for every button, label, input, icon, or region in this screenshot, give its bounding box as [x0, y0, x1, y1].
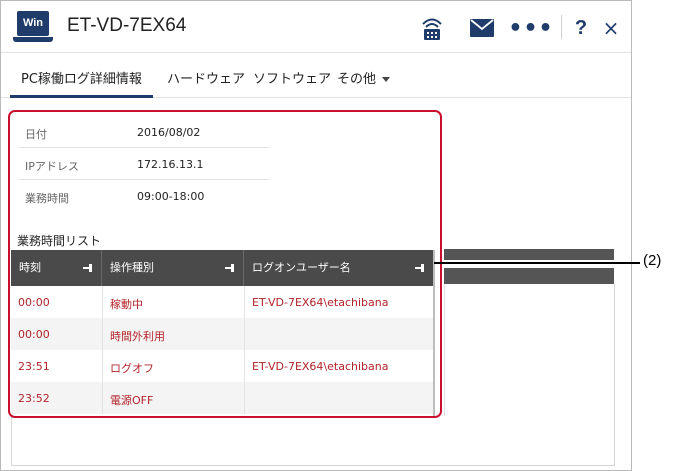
- content-panel-bottom: [11, 416, 615, 466]
- mail-icon[interactable]: [467, 13, 497, 43]
- tab-other[interactable]: その他: [337, 68, 391, 87]
- more-icon[interactable]: •••: [508, 13, 552, 43]
- app-window: Win ET-VD-7EX64 ••• ? × PC稼働ログ詳細情報 ハードウェ…: [0, 0, 632, 471]
- close-icon[interactable]: ×: [599, 13, 623, 43]
- active-tab-indicator: [10, 95, 153, 98]
- annotation-leader-line: [434, 262, 640, 264]
- windows-device-icon: Win: [13, 11, 53, 45]
- device-name-title: ET-VD-7EX64: [67, 15, 187, 36]
- annotation-highlight-box: [8, 110, 442, 418]
- tab-bar: PC稼働ログ詳細情報 ハードウェア ソフトウェア その他: [1, 53, 631, 98]
- annotation-label: (2): [643, 252, 662, 269]
- side-panel-header-bar: [444, 249, 614, 260]
- side-panel-header-bar: [444, 268, 614, 284]
- os-badge: Win: [17, 11, 49, 36]
- tab-pc-log-details[interactable]: PC稼働ログ詳細情報: [21, 68, 142, 87]
- tab-software[interactable]: ソフトウェア: [253, 68, 331, 87]
- title-bar: Win ET-VD-7EX64 ••• ? ×: [1, 1, 631, 53]
- chevron-down-icon: [382, 77, 391, 82]
- help-icon[interactable]: ?: [569, 13, 593, 43]
- tab-hardware[interactable]: ハードウェア: [167, 68, 245, 87]
- toolbar-divider: [561, 15, 562, 39]
- side-panel-body: [444, 284, 615, 416]
- network-icon[interactable]: [417, 13, 447, 43]
